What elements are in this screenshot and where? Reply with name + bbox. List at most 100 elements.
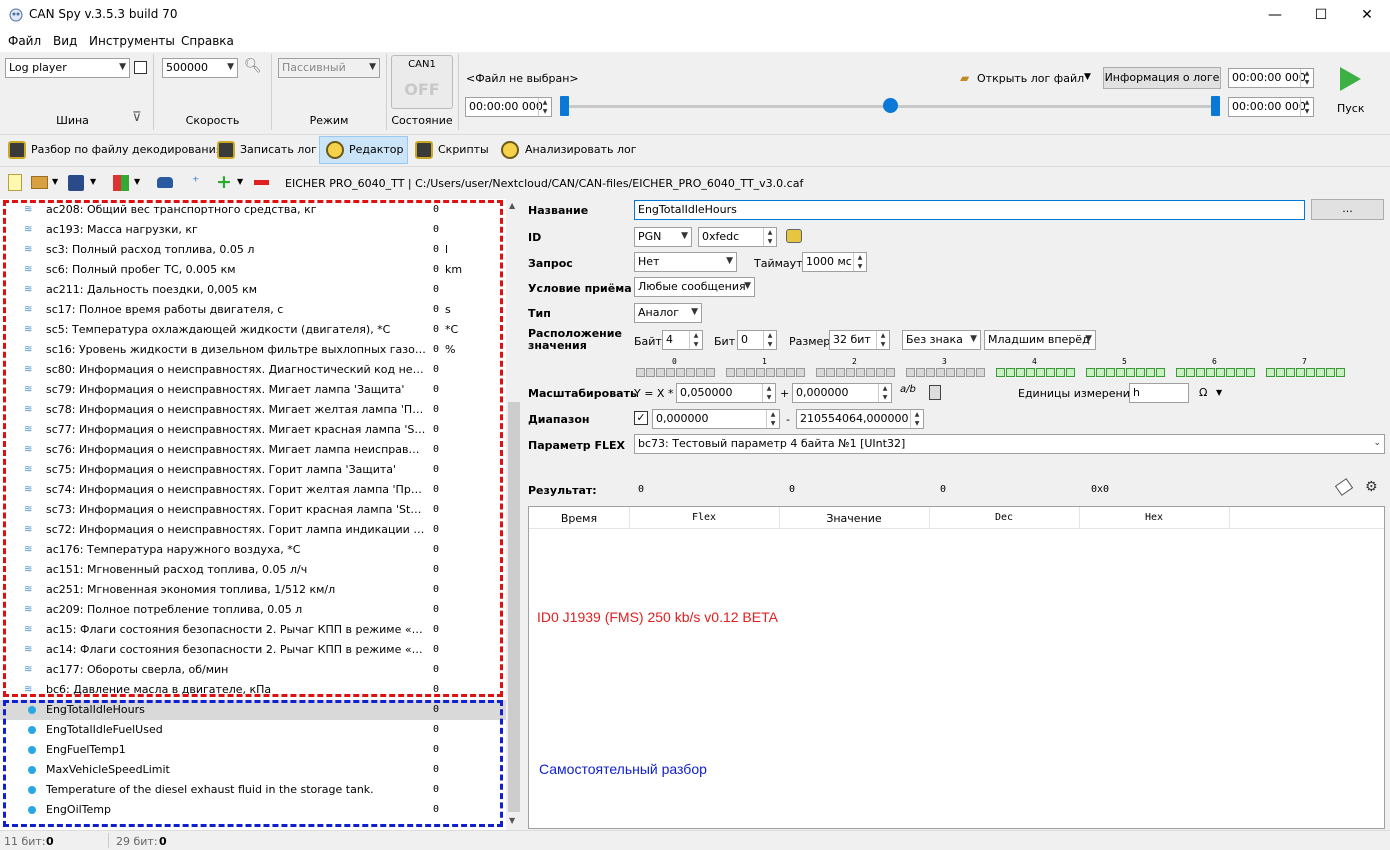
bit-cell[interactable] (956, 368, 965, 377)
size-input[interactable]: 32 бит ▲ ▼ (829, 330, 890, 350)
tab-scripts[interactable]: Скрипты (438, 136, 489, 164)
bit-cell[interactable] (686, 368, 695, 377)
bit-cell[interactable] (1126, 368, 1135, 377)
range-checkbox[interactable]: ✓ (634, 411, 648, 425)
spinner-arrows[interactable]: ▲ ▼ (762, 384, 775, 402)
mode-select[interactable]: Пассивный ▼ (278, 58, 380, 78)
menu-file[interactable]: Файл (8, 34, 41, 48)
chevron-down-icon[interactable]: ▼ (1216, 388, 1222, 397)
spinner-arrows[interactable]: ▲ ▼ (766, 410, 779, 428)
play-icon[interactable] (1338, 66, 1362, 95)
tab-decode-file[interactable]: Разбор по файлу декодирования (31, 136, 222, 164)
minimize-button[interactable]: — (1252, 0, 1298, 30)
spinner-arrows[interactable]: ▲ ▼ (1300, 98, 1313, 116)
bit-cell[interactable] (1326, 368, 1335, 377)
range-min-input[interactable]: 0,000000 ▲ ▼ (652, 409, 780, 429)
bit-cell[interactable] (1136, 368, 1145, 377)
bit-cell[interactable] (706, 368, 715, 377)
bit-cell[interactable] (1246, 368, 1255, 377)
car-icon[interactable] (157, 177, 173, 188)
timeout-input[interactable]: 1000 мс ▲ ▼ (802, 252, 867, 272)
column-hex[interactable]: Hex (1079, 512, 1229, 523)
bit-cell[interactable] (1266, 368, 1275, 377)
bit-cell[interactable] (1236, 368, 1245, 377)
bit-cell[interactable] (876, 368, 885, 377)
filter-icon[interactable]: ⊽ (132, 110, 142, 125)
bit-cell[interactable] (866, 368, 875, 377)
bit-cell[interactable] (1306, 368, 1315, 377)
bit-cell[interactable] (1216, 368, 1225, 377)
bit-cell[interactable] (936, 368, 945, 377)
bit-cell[interactable] (736, 368, 745, 377)
bit-cell[interactable] (826, 368, 835, 377)
bit-cell[interactable] (1156, 368, 1165, 377)
tab-editor[interactable]: Редактор (349, 136, 404, 164)
spinner-arrows[interactable]: ▲ ▼ (763, 331, 776, 349)
sign-select[interactable]: Без знака ▼ (902, 330, 981, 350)
bit-cell[interactable] (646, 368, 655, 377)
scrollbar-thumb[interactable] (508, 402, 520, 812)
time-end-input[interactable]: 00:00:00 000 ▲ ▼ (1228, 97, 1314, 117)
column-value[interactable]: Значение (779, 512, 929, 525)
bit-cell[interactable] (1316, 368, 1325, 377)
bit-cell[interactable] (1196, 368, 1205, 377)
column-time[interactable]: Время (529, 512, 629, 525)
add-icon[interactable]: + (216, 171, 232, 193)
speed-select[interactable]: 500000 ▼ (162, 58, 238, 78)
timeline-position-handle[interactable] (883, 98, 898, 113)
bit-cell[interactable] (766, 368, 775, 377)
offset-input[interactable]: 0,000000 ▲ ▼ (792, 383, 892, 403)
bit-cell[interactable] (816, 368, 825, 377)
bit-cell[interactable] (1026, 368, 1035, 377)
chevron-down-icon[interactable]: ▼ (134, 177, 140, 186)
open-log-button[interactable]: Открыть лог файл (977, 72, 1084, 85)
bit-cell[interactable] (1066, 368, 1075, 377)
bit-cell[interactable] (786, 368, 795, 377)
eraser-icon[interactable] (1334, 478, 1354, 496)
bit-cell[interactable] (1206, 368, 1215, 377)
bus-select[interactable]: Log player ▼ (5, 58, 130, 78)
result-table[interactable]: Время Flex Значение Dec Hex ID0 J1939 (F… (528, 506, 1385, 829)
bit-cell[interactable] (756, 368, 765, 377)
chevron-down-icon[interactable]: ▼ (1084, 72, 1091, 82)
watch-icon[interactable]: ⚙ (1365, 479, 1378, 495)
bit-input[interactable]: 0 ▲ ▼ (737, 330, 777, 350)
type-select[interactable]: Аналог ▼ (634, 303, 702, 323)
bit-cell[interactable] (1096, 368, 1105, 377)
spinner-arrows[interactable]: ▲ ▼ (878, 384, 891, 402)
spinner-arrows[interactable]: ▲ ▼ (763, 228, 776, 246)
bit-cell[interactable] (696, 368, 705, 377)
bit-cell[interactable] (966, 368, 975, 377)
bit-cell[interactable] (1046, 368, 1055, 377)
bus-checkbox[interactable] (134, 61, 147, 74)
new-file-icon[interactable] (8, 174, 22, 191)
bit-cell[interactable] (726, 368, 735, 377)
byte-order-select[interactable]: Младшим вперёд ▼ (984, 330, 1096, 350)
bit-cell[interactable] (1276, 368, 1285, 377)
recv-condition-select[interactable]: Любые сообщения ▼ (634, 277, 755, 297)
scrollbar[interactable]: ▲ ▼ (506, 199, 522, 830)
bit-cell[interactable] (1016, 368, 1025, 377)
bit-cell[interactable] (656, 368, 665, 377)
calculator-icon[interactable] (929, 385, 941, 400)
play-button-label[interactable]: Пуск (1337, 102, 1364, 115)
bit-cell[interactable] (1106, 368, 1115, 377)
spinner-arrows[interactable]: ▲ ▼ (910, 410, 923, 428)
open-folder-icon[interactable] (31, 176, 48, 189)
bit-cell[interactable] (1116, 368, 1125, 377)
bit-cell[interactable] (796, 368, 805, 377)
spinner-arrows[interactable]: ▲ ▼ (538, 98, 551, 116)
request-select[interactable]: Нет ▼ (634, 252, 737, 272)
column-flex[interactable]: Flex (629, 512, 779, 523)
bit-cell[interactable] (1006, 368, 1015, 377)
bit-cell[interactable] (856, 368, 865, 377)
bit-cell[interactable] (666, 368, 675, 377)
fraction-icon[interactable]: a/b (900, 384, 916, 395)
spinner-arrows[interactable]: ▲ ▼ (876, 331, 889, 349)
log-info-button[interactable]: Информация о логе (1103, 67, 1221, 89)
time-left-input[interactable]: 00:00:00 000 ▲ ▼ (465, 97, 552, 117)
range-max-input[interactable]: 210554064,000000 ▲ ▼ (796, 409, 924, 429)
chevron-down-icon[interactable]: ▼ (237, 177, 243, 186)
bit-cell[interactable] (636, 368, 645, 377)
units-input[interactable]: h (1129, 383, 1189, 403)
